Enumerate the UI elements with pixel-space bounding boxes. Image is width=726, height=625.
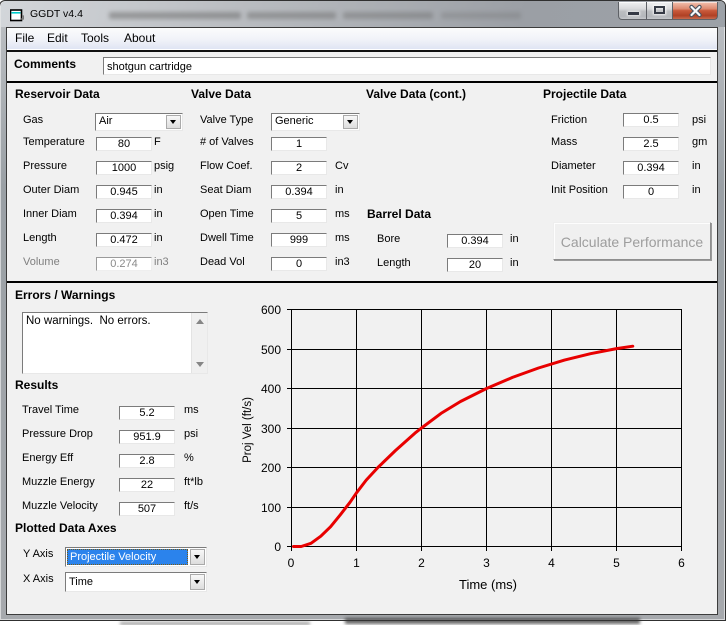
svg-text:1: 1 [353, 556, 360, 570]
svg-text:200: 200 [261, 461, 281, 475]
svg-text:0: 0 [288, 556, 295, 570]
svg-text:5: 5 [613, 556, 620, 570]
svg-text:300: 300 [261, 422, 281, 436]
svg-text:600: 600 [261, 303, 281, 317]
svg-text:3: 3 [483, 556, 490, 570]
svg-text:400: 400 [261, 382, 281, 396]
svg-text:6: 6 [678, 556, 685, 570]
svg-text:2: 2 [418, 556, 425, 570]
svg-text:4: 4 [548, 556, 555, 570]
svg-text:100: 100 [261, 501, 281, 515]
svg-text:0: 0 [274, 540, 281, 554]
svg-text:Proj Vel (ft/s): Proj Vel (ft/s) [242, 397, 254, 463]
svg-text:Time (ms): Time (ms) [459, 577, 517, 592]
svg-text:500: 500 [261, 343, 281, 357]
